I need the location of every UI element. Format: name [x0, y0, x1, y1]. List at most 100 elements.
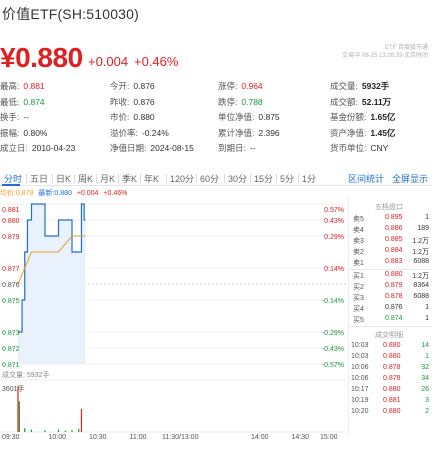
tab-divider — [26, 174, 27, 183]
tab-9[interactable]: 30分 — [228, 172, 247, 185]
bid-volume: 8364 — [413, 282, 429, 289]
bid-price: 0.880 — [385, 271, 403, 278]
quote-value: CNY — [370, 143, 389, 153]
quote-label: 振幅: — [0, 127, 20, 138]
tab-3[interactable]: 周K — [78, 172, 93, 185]
quote-label: 到期日: — [218, 143, 246, 153]
quote-label: 市价: — [110, 112, 130, 122]
quote-value: 0.876 — [133, 81, 155, 91]
x-axis-label: 14:30 — [291, 434, 310, 441]
bid-level: 买1 — [353, 273, 364, 280]
fullscreen-button[interactable]: 全屏显示 — [392, 172, 428, 185]
tab-7[interactable]: 120分 — [170, 172, 194, 185]
x-axis-label: 09:30 — [2, 434, 20, 441]
tab-divider — [74, 174, 75, 183]
price-area-fill — [18, 204, 86, 364]
quote-value: 0.876 — [133, 96, 155, 107]
quote-value: 2010-04-23 — [31, 143, 76, 153]
tab-8[interactable]: 60分 — [200, 172, 219, 185]
volume-max-label: 3601手 — [2, 386, 25, 393]
range-stats-button[interactable]: 区间统计 — [348, 172, 384, 185]
quote-label: 涨停: — [218, 81, 238, 91]
chart-tabs: 分时 五日 日K 周K 月K 季K 年K 120分 60分 30分 15分 5分 1分 区间统计 全屏显示 — [0, 170, 432, 186]
quote-label: 昨收: — [110, 96, 130, 107]
y-axis-label-right: -0.14% — [322, 298, 344, 305]
tab-6[interactable]: 年K — [144, 172, 159, 185]
quote-value: 0.881 — [23, 81, 45, 91]
trade-volume: 32 — [421, 364, 429, 371]
ask-volume: 1.2万 — [412, 249, 429, 256]
ask-price: 0.886 — [385, 225, 403, 232]
quote-value: 2024-08-15 — [150, 143, 194, 153]
ask-price: 0.884 — [385, 247, 403, 254]
quote-value: 0.880 — [133, 112, 155, 122]
trade-time: 10:17 — [351, 386, 369, 393]
bid-level: 买2 — [353, 284, 364, 291]
quote-cell: 最高: 0.881 — [0, 80, 45, 92]
bid-row: 买3 0.878 6088 — [349, 293, 432, 303]
quote-value: 5932手 — [361, 81, 390, 91]
quote-value: 0.964 — [241, 81, 263, 91]
tab-11[interactable]: 5分 — [280, 172, 294, 185]
y-axis-label-right: 0.29% — [324, 234, 344, 241]
trade-price: 0.880 — [383, 408, 401, 415]
ask-volume: 1 — [425, 214, 429, 221]
y-axis-label-right: 0.14% — [324, 266, 344, 273]
quote-cell: 今开: 0.876 — [110, 80, 155, 92]
ask-level: 卖1 — [353, 260, 364, 267]
ask-level: 卖3 — [353, 238, 364, 245]
trades-title: 成交明细 — [375, 332, 403, 339]
intraday-chart[interactable]: 0.881 0.880 0.879 0.877 0.876 0.875 0.873 0.872… — [0, 196, 348, 436]
quote-label: 跌停: — [218, 96, 238, 107]
trade-time: 10:03 — [351, 353, 369, 360]
volume-bar — [18, 401, 20, 432]
quote-cell: 到期日: -- — [218, 142, 256, 154]
title-row: 价值ETF(SH:510030) — [2, 4, 432, 24]
volume-bar — [30, 429, 33, 432]
y-axis-label-left: 0.879 — [2, 234, 20, 241]
quote-value: 1.65亿 — [370, 112, 396, 122]
trade-price: 0.881 — [383, 397, 401, 404]
bid-row: 买1 0.880 1.2万 — [349, 271, 432, 281]
tab-1[interactable]: 五日 — [30, 172, 48, 185]
volume-bar — [71, 430, 73, 432]
tab-divider — [298, 174, 299, 183]
tab-divider — [276, 174, 277, 183]
quote-row: 成立日: 2010-04-23 净值日期: 2024-08-15 到期日: -- 货币单位:… — [0, 142, 432, 158]
tab-divider — [250, 174, 251, 183]
quote-label: 成交额: — [330, 96, 358, 107]
quote-row: 最低: 0.874 昨收: 0.876 跌停: 0.788 成交额: 52.11万 — [0, 96, 432, 112]
trade-time: 10:06 — [351, 364, 369, 371]
tab-5[interactable]: 季K — [122, 172, 137, 185]
price-row: ¥0.880 +0.004 +0.46% ETF 百度股市通 交易中 08-15… — [0, 42, 432, 78]
quote-label: 最低: — [0, 96, 20, 107]
tab-2[interactable]: 日K — [56, 172, 71, 185]
quote-value: 1.45亿 — [370, 127, 396, 138]
quote-label: 单位净值: — [218, 112, 255, 122]
y-axis-label-left: 0.876 — [2, 282, 20, 289]
quote-label: 成交量: — [330, 81, 358, 91]
ask-row: 卖2 0.884 1.2万 — [349, 247, 432, 257]
ask-row: 卖4 0.886 189 — [349, 225, 432, 235]
ask-level: 卖5 — [353, 216, 364, 223]
ask-volume: 189 — [417, 225, 429, 232]
bid-row: 买4 0.876 1 — [349, 304, 432, 314]
quote-grid: 最高: 0.881 今开: 0.876 涨停: 0.964 成交量: 5932手 最低: 0.87… — [0, 80, 432, 158]
quote-value: -- — [23, 112, 30, 122]
y-axis-label-right: -0.29% — [322, 330, 344, 337]
ask-level: 卖2 — [353, 249, 364, 256]
trade-row: 10:19 0.881 3 — [349, 397, 432, 407]
bid-level: 买4 — [353, 306, 364, 313]
tab-12[interactable]: 1分 — [302, 172, 316, 185]
x-axis-label: 11:00 — [129, 434, 147, 441]
trade-volume: 2 — [425, 408, 429, 415]
quote-label: 货币单位: — [330, 143, 367, 153]
ask-row: 卖5 0.895 1 — [349, 214, 432, 224]
quote-label: 累计净值: — [218, 127, 255, 138]
quote-cell: 资产净值: 1.45亿 — [330, 127, 395, 139]
tab-4[interactable]: 月K — [100, 172, 115, 185]
tab-10[interactable]: 15分 — [254, 172, 273, 185]
asks-title: 五档盘口 — [375, 204, 403, 211]
source-line-2: 交易中 08-15 13:26:33 北京时间 — [342, 53, 428, 59]
quote-value: 0.874 — [23, 96, 45, 107]
